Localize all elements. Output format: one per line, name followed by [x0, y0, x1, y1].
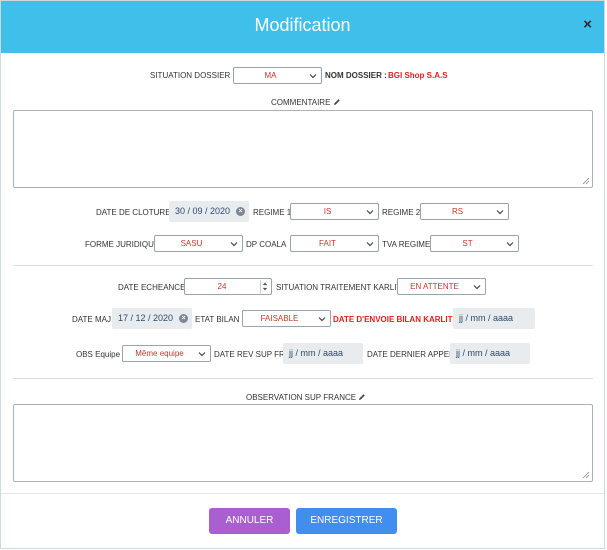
chevron-down-icon: [230, 242, 238, 247]
save-button[interactable]: ENREGISTRER: [296, 508, 397, 534]
chevron-down-icon: [506, 242, 514, 247]
commentaire-textarea[interactable]: [13, 110, 593, 188]
regime2-value: RS: [451, 207, 464, 216]
chevron-down-icon: [366, 242, 374, 247]
forme-juridique-select[interactable]: SASU: [154, 235, 243, 252]
observation-sup-france-label: OBSERVATION SUP FRANCE: [246, 393, 366, 402]
nom-dossier-value: BGI Shop S.A.S: [388, 71, 448, 80]
section-divider: [13, 378, 593, 379]
forme-juridique-label: FORME JURIDIQUE: [85, 240, 160, 249]
chevron-down-icon: [318, 317, 326, 322]
date-cloture-input[interactable]: 30 / 09 / 2020 ×: [169, 201, 249, 222]
commentaire-label-text: COMMENTAIRE: [271, 98, 331, 107]
date-envoie-bilan-label: DATE D'ENVOIE BILAN KARLIT: [333, 315, 453, 324]
date-envoie-bilan-placeholder: jj / mm / aaaa: [459, 313, 514, 323]
regime2-label: REGIME 2: [382, 208, 421, 217]
commentaire-label: COMMENTAIRE: [271, 98, 341, 107]
date-envoie-bilan-input[interactable]: jj / mm / aaaa: [453, 308, 535, 329]
observation-sup-france-label-text: OBSERVATION SUP FRANCE: [246, 393, 357, 402]
date-cloture-label: DATE DE CLOTURE: [96, 208, 171, 217]
dp-coala-value: FAIT: [319, 239, 336, 248]
chevron-down-icon: [309, 74, 317, 79]
cancel-button[interactable]: ANNULER: [209, 508, 290, 534]
etat-bilan-select[interactable]: FAISABLE: [242, 310, 331, 327]
resize-grip-icon[interactable]: [582, 471, 590, 479]
modification-modal: Modification × SITUATION DOSSIER : MA NO…: [0, 0, 605, 549]
modal-title: Modification: [254, 15, 351, 35]
pencil-icon[interactable]: [333, 98, 341, 106]
obs-equipe-label: OBS Equipe: [76, 350, 121, 359]
dp-coala-select[interactable]: FAIT: [290, 235, 379, 252]
tva-regime-label: TVA REGIME: [382, 240, 431, 249]
date-rev-sup-fr-label: DATE REV SUP FR: [214, 350, 285, 359]
situation-traitement-value: EN ATTENTE: [410, 282, 459, 291]
pencil-icon[interactable]: [358, 393, 366, 401]
date-maj-value: 17 / 12 / 2020: [118, 313, 174, 323]
date-dernier-appel-label: DATE DERNIER APPEL: [367, 350, 454, 359]
spinner-arrows-icon[interactable]: [260, 280, 269, 293]
tva-regime-select[interactable]: ST: [430, 235, 519, 252]
date-echeance-label: DATE ECHEANCE: [118, 283, 186, 292]
date-dernier-appel-placeholder: jj / mm / aaaa: [456, 348, 511, 358]
etat-bilan-value: FAISABLE: [260, 314, 299, 323]
section-divider: [13, 265, 593, 266]
date-maj-label: DATE MAJ: [72, 315, 111, 324]
regime1-value: IS: [323, 207, 332, 216]
dp-coala-label: DP COALA: [246, 240, 287, 249]
forme-juridique-value: SASU: [180, 239, 203, 248]
resize-grip-icon[interactable]: [582, 177, 590, 185]
date-echeance-input[interactable]: 24: [184, 278, 272, 295]
situation-traitement-select[interactable]: EN ATTENTE: [397, 278, 486, 295]
regime1-label: REGIME 1: [253, 208, 292, 217]
date-cloture-value: 30 / 09 / 2020: [175, 206, 231, 216]
modal-header: Modification ×: [1, 1, 604, 53]
date-rev-sup-fr-placeholder: jj / mm / aaaa: [289, 348, 344, 358]
regime1-select[interactable]: IS: [290, 203, 379, 220]
chevron-down-icon: [473, 285, 481, 290]
situation-dossier-label: SITUATION DOSSIER :: [150, 71, 235, 80]
date-maj-input[interactable]: 17 / 12 / 2020 ×: [112, 308, 192, 329]
chevron-down-icon: [198, 352, 206, 357]
situation-traitement-label: SITUATION TRAITEMENT KARLIT: [276, 283, 402, 292]
nom-dossier-label: NOM DOSSIER :: [325, 71, 387, 80]
situation-dossier-value: MA: [264, 71, 277, 80]
chevron-down-icon: [496, 210, 504, 215]
tva-regime-value: ST: [462, 239, 473, 248]
obs-equipe-value: Même equipe: [135, 349, 184, 358]
chevron-down-icon: [366, 210, 374, 215]
date-echeance-value: 24: [217, 282, 227, 291]
close-icon[interactable]: ×: [583, 17, 592, 32]
etat-bilan-label: ETAT BILAN: [195, 315, 240, 324]
date-dernier-appel-input[interactable]: jj / mm / aaaa: [450, 343, 530, 364]
clear-date-icon[interactable]: ×: [179, 314, 188, 323]
obs-equipe-select[interactable]: Même equipe: [122, 345, 211, 362]
regime2-select[interactable]: RS: [420, 203, 509, 220]
clear-date-icon[interactable]: ×: [236, 207, 245, 216]
situation-dossier-select[interactable]: MA: [233, 67, 322, 84]
modal-footer: ANNULER ENREGISTRER: [1, 493, 604, 549]
date-rev-sup-fr-input[interactable]: jj / mm / aaaa: [283, 343, 363, 364]
observation-sup-france-textarea[interactable]: [13, 404, 593, 482]
